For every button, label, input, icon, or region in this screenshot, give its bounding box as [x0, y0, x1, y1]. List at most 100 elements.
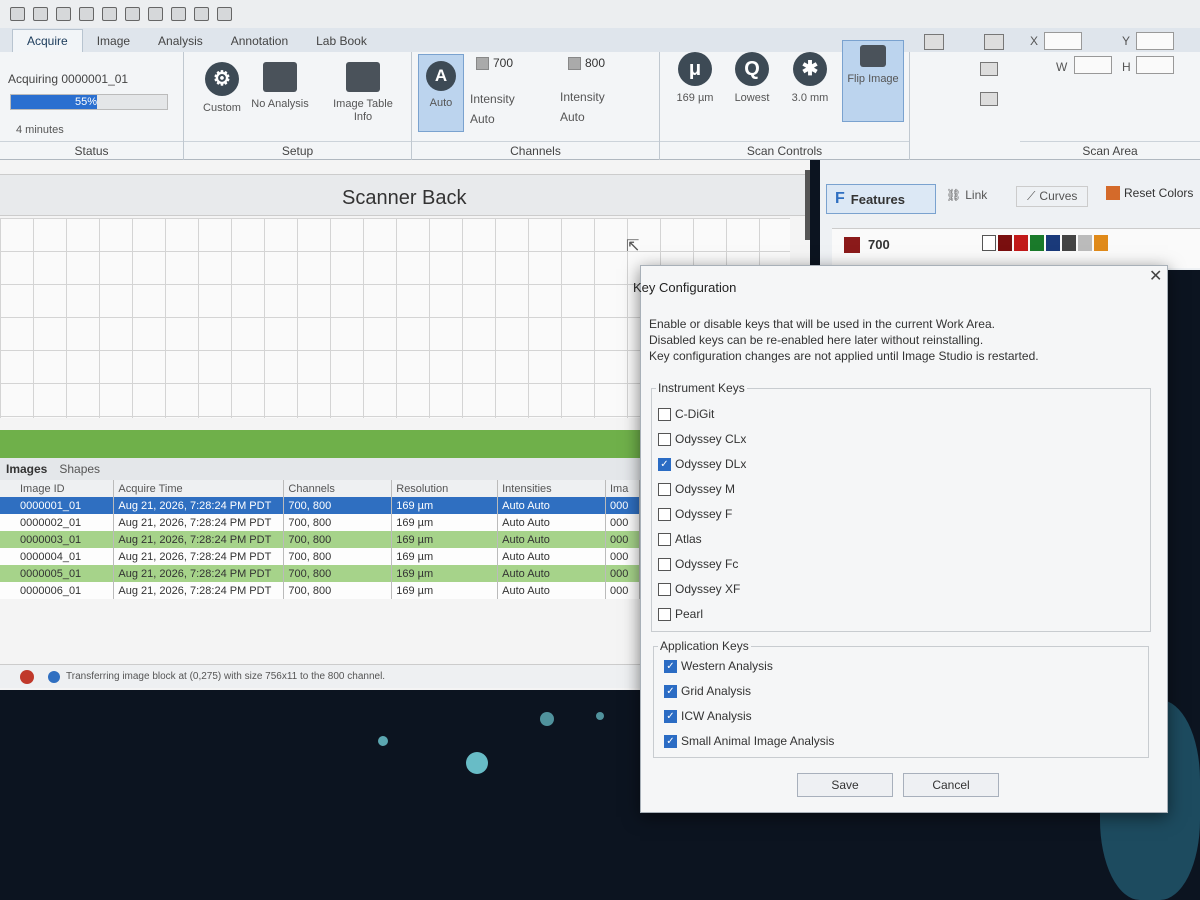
channel-700-toggle[interactable]: 700 [476, 56, 513, 70]
intensity-700-value[interactable]: Auto [470, 112, 495, 126]
cancel-button[interactable]: Cancel [903, 773, 999, 797]
tab-shapes[interactable]: Shapes [59, 462, 100, 476]
x-input[interactable] [1044, 32, 1082, 50]
orange-swatch[interactable] [1094, 235, 1108, 251]
tab-annotation[interactable]: Annotation [217, 30, 302, 52]
close-icon[interactable]: ✕ [1149, 266, 1162, 286]
resolution-button[interactable]: μ 169 µm [670, 52, 720, 105]
application-key-checkbox[interactable]: ✓ [664, 709, 677, 723]
application-key-checkbox-row[interactable]: ✓ Western Analysis [664, 659, 773, 673]
edit-area-icon[interactable] [980, 92, 998, 106]
table-row[interactable]: 0000004_01 Aug 21, 2026, 7:28:24 PM PDT 70… [0, 548, 641, 565]
instrument-key-checkbox-row[interactable]: Odyssey Fc [658, 557, 738, 571]
table-row[interactable]: 0000003_01 Aug 21, 2026, 7:28:24 PM PDT 70… [0, 531, 641, 548]
gray-swatch[interactable] [1062, 235, 1076, 251]
application-key-checkbox[interactable]: ✓ [664, 734, 677, 748]
light-swatch[interactable] [1078, 235, 1092, 251]
instrument-key-checkbox[interactable] [658, 407, 671, 421]
focus-button[interactable]: ✱ 3.0 mm [784, 52, 836, 105]
red-swatch[interactable] [1014, 235, 1028, 251]
error-icon[interactable] [20, 669, 34, 684]
instrument-key-checkbox[interactable] [658, 607, 671, 621]
instrument-key-checkbox-row[interactable]: Odyssey CLx [658, 432, 746, 446]
table-row[interactable]: 0000001_01 Aug 21, 2026, 7:28:24 PM PDT 70… [0, 497, 641, 514]
instrument-key-checkbox[interactable] [658, 557, 671, 571]
table-row[interactable]: 0000002_01 Aug 21, 2026, 7:28:24 PM PDT 70… [0, 514, 641, 531]
dark-red-swatch[interactable] [998, 235, 1012, 251]
instrument-key-checkbox[interactable] [658, 582, 671, 596]
instrument-key-checkbox[interactable] [658, 432, 671, 446]
application-key-checkbox[interactable]: ✓ [664, 659, 677, 673]
h-input[interactable] [1136, 56, 1174, 74]
instrument-key-checkbox[interactable] [658, 507, 671, 521]
features-tab[interactable]: F Features [826, 184, 936, 214]
custom-button[interactable]: ⚙ Custom [192, 62, 252, 115]
curves-button[interactable]: ⟋ Curves [1016, 186, 1089, 207]
save-button[interactable]: Save [797, 773, 893, 797]
redo-icon[interactable] [56, 7, 71, 21]
col-acquire-time[interactable]: Acquire Time [113, 480, 285, 497]
intensity-800-value[interactable]: Auto [560, 110, 585, 124]
col-intensities[interactable]: Intensities [497, 480, 606, 497]
link-button[interactable]: ⛓ Link [946, 188, 987, 202]
color-palette[interactable] [982, 235, 1108, 251]
splitter-handle[interactable] [805, 170, 810, 240]
no-analysis-button[interactable]: No Analysis [248, 62, 312, 111]
select-area-icon[interactable] [984, 34, 1004, 50]
no-color-swatch[interactable] [982, 235, 996, 251]
channel-800-checkbox[interactable] [568, 56, 581, 70]
instrument-key-checkbox-row[interactable]: ✓ Odyssey DLx [658, 457, 746, 471]
instrument-key-checkbox-row[interactable]: Atlas [658, 532, 702, 546]
table-cell-channels: 700, 800 [283, 582, 393, 599]
monitor-icon[interactable] [102, 7, 117, 21]
channel-color-swatch[interactable] [844, 237, 860, 253]
table-row[interactable]: 0000006_01 Aug 21, 2026, 7:28:24 PM PDT 70… [0, 582, 641, 599]
application-key-checkbox-row[interactable]: ✓ Small Animal Image Analysis [664, 734, 834, 748]
instrument-key-checkbox-row[interactable]: C-DiGit [658, 407, 714, 421]
y-label: Y [1122, 34, 1131, 48]
instrument-key-checkbox[interactable]: ✓ [658, 457, 671, 471]
image-table-info-button[interactable]: Image Table Info [330, 62, 396, 124]
save-icon[interactable] [10, 7, 25, 21]
instrument-key-checkbox-row[interactable]: Odyssey M [658, 482, 735, 496]
instrument-key-checkbox-row[interactable]: Pearl [658, 607, 703, 621]
zoom-in-icon[interactable] [194, 7, 209, 21]
blue-swatch[interactable] [1046, 235, 1060, 251]
auto-button[interactable]: A Auto [418, 54, 464, 132]
instrument-key-checkbox-row[interactable]: Odyssey XF [658, 582, 740, 596]
scanner-title: Scanner Back [342, 187, 467, 209]
application-key-checkbox[interactable]: ✓ [664, 684, 677, 698]
print-icon[interactable] [125, 7, 140, 21]
col-resolution[interactable]: Resolution [391, 480, 499, 497]
reset-colors-button[interactable]: Reset Colors [1106, 186, 1193, 200]
tab-image[interactable]: Image [83, 30, 144, 52]
col-image-id[interactable]: Image ID [0, 480, 115, 497]
channel-700-checkbox[interactable] [476, 56, 489, 70]
channel-800-toggle[interactable]: 800 [568, 56, 605, 70]
instrument-key-checkbox[interactable] [658, 482, 671, 496]
application-key-label: Grid Analysis [681, 684, 752, 698]
tab-analysis[interactable]: Analysis [144, 30, 217, 52]
green-swatch[interactable] [1030, 235, 1044, 251]
application-key-checkbox-row[interactable]: ✓ Grid Analysis [664, 684, 751, 698]
scan-area-icon[interactable] [924, 34, 944, 50]
w-input[interactable] [1074, 56, 1112, 74]
grid-icon[interactable] [171, 7, 186, 21]
application-key-checkbox-row[interactable]: ✓ ICW Analysis [664, 709, 752, 723]
scan-preset-icon[interactable] [980, 62, 998, 76]
quality-button[interactable]: Q Lowest [726, 52, 778, 105]
tab-acquire[interactable]: Acquire [12, 29, 83, 52]
settings-icon[interactable] [79, 7, 94, 21]
tab-lab-book[interactable]: Lab Book [302, 30, 381, 52]
instrument-key-checkbox-row[interactable]: Odyssey F [658, 507, 732, 521]
tab-images[interactable]: Images [6, 462, 47, 476]
undo-icon[interactable] [33, 7, 48, 21]
table-row[interactable]: 0000005_01 Aug 21, 2026, 7:28:24 PM PDT 70… [0, 565, 641, 582]
y-input[interactable] [1136, 32, 1174, 50]
layout-icon[interactable] [148, 7, 163, 21]
flip-image-button[interactable]: Flip Image [842, 40, 904, 122]
zoom-out-icon[interactable] [217, 7, 232, 21]
instrument-key-checkbox[interactable] [658, 532, 671, 546]
col-channels[interactable]: Channels [283, 480, 393, 497]
col-image[interactable]: Ima [605, 480, 641, 497]
